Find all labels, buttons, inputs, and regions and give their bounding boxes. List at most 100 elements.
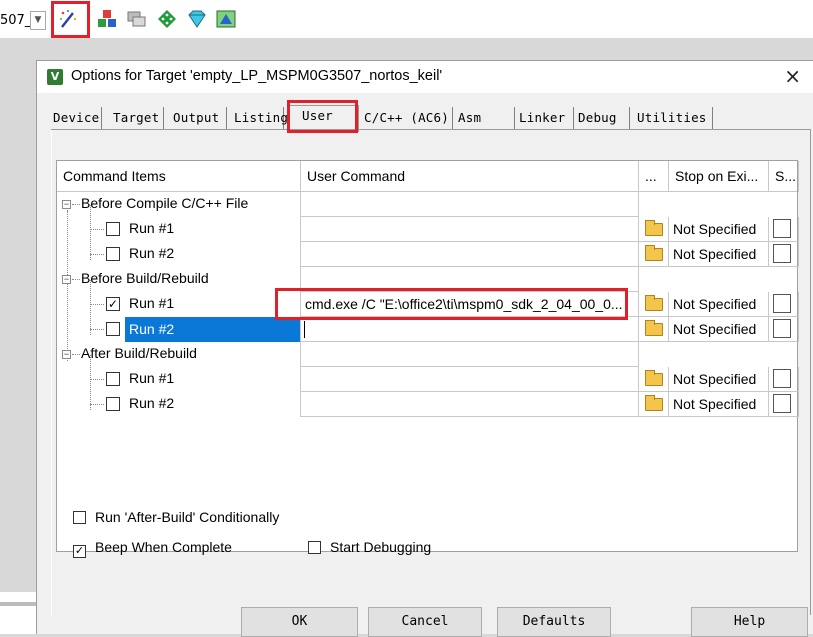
highlight-box-command: [275, 288, 628, 320]
command-cell: [301, 192, 639, 217]
highlight-box-magic-wand: [51, 1, 90, 38]
header-command-items[interactable]: Command Items: [57, 161, 301, 192]
tab-listing[interactable]: Listing: [230, 107, 288, 129]
tree-line: [90, 229, 104, 230]
table-row[interactable]: Run #1 Not Specified: [57, 217, 799, 242]
copy-files-icon[interactable]: [126, 8, 148, 30]
command-input[interactable]: [301, 392, 639, 417]
run-label: Run #2: [125, 317, 300, 342]
group-label: After Build/Rebuild: [81, 345, 197, 361]
manage-components-icon[interactable]: [96, 8, 118, 30]
start-debugging-label: Start Debugging: [330, 539, 432, 555]
browse-button[interactable]: [639, 392, 669, 417]
command-cell: [301, 342, 639, 367]
item-cell: − Before Build/Rebuild: [57, 267, 301, 292]
table-row[interactable]: Run #1 Not Specified: [57, 367, 799, 392]
ok-button[interactable]: OK: [241, 607, 358, 637]
event-recorder-icon[interactable]: [215, 8, 237, 30]
s-checkbox[interactable]: [773, 219, 791, 238]
run-checkbox[interactable]: ✓: [106, 297, 120, 311]
grid-header: Command Items User Command ... Stop on E…: [57, 161, 799, 192]
run-after-build-option[interactable]: Run 'After-Build' Conditionally: [73, 509, 279, 525]
stop-on-exit-cell[interactable]: Not Specified: [669, 292, 769, 317]
tab-device[interactable]: Device: [49, 107, 102, 129]
s-cell: [769, 392, 799, 417]
tab-linker[interactable]: Linker: [515, 107, 574, 129]
run-checkbox[interactable]: [106, 397, 120, 411]
folder-icon: [645, 320, 663, 336]
s-checkbox[interactable]: [773, 294, 791, 313]
header-browse[interactable]: ...: [639, 161, 669, 192]
tab-output[interactable]: Output: [169, 107, 227, 129]
chevron-down-icon[interactable]: ▼: [30, 11, 46, 30]
beep-option[interactable]: ✓ Beep When Complete: [73, 539, 232, 558]
run-checkbox[interactable]: [106, 322, 120, 336]
header-user-command[interactable]: User Command: [301, 161, 639, 192]
beep-checkbox[interactable]: ✓: [73, 545, 86, 558]
run-after-build-label: Run 'After-Build' Conditionally: [95, 509, 280, 525]
select-pack-icon[interactable]: [156, 8, 178, 30]
start-debugging-option[interactable]: Start Debugging: [308, 539, 431, 555]
s-cell: [769, 317, 799, 342]
folder-icon: [645, 295, 663, 311]
browse-button[interactable]: [639, 292, 669, 317]
group-row-after-build[interactable]: − After Build/Rebuild: [57, 342, 777, 367]
run-checkbox[interactable]: [106, 372, 120, 386]
command-input[interactable]: [301, 367, 639, 392]
tab-cpp-ac6[interactable]: C/C++ (AC6): [360, 107, 453, 129]
s-checkbox[interactable]: [773, 319, 791, 338]
tab-asm[interactable]: Asm: [454, 107, 515, 129]
tree-line: [72, 204, 80, 205]
group-row-before-compile[interactable]: − Before Compile C/C++ File: [57, 192, 777, 217]
command-input[interactable]: [301, 217, 639, 242]
header-s[interactable]: S...: [769, 161, 799, 192]
s-checkbox[interactable]: [773, 244, 791, 263]
stop-on-exit-cell[interactable]: Not Specified: [669, 392, 769, 417]
collapse-icon[interactable]: −: [62, 275, 71, 284]
s-cell: [769, 217, 799, 242]
command-input[interactable]: [301, 317, 639, 342]
table-row[interactable]: Run #2 Not Specified: [57, 242, 799, 267]
help-button[interactable]: Help: [691, 607, 808, 637]
collapse-icon[interactable]: −: [62, 200, 71, 209]
tab-debug[interactable]: Debug: [574, 107, 630, 129]
defaults-button[interactable]: Defaults: [497, 607, 611, 637]
dialog-title: Options for Target 'empty_LP_MSPM0G3507_…: [71, 68, 443, 84]
browse-button[interactable]: [639, 367, 669, 392]
header-stop-on-exit[interactable]: Stop on Exi...: [669, 161, 769, 192]
s-cell: [769, 367, 799, 392]
highlight-box-user-tab: [287, 100, 358, 133]
browse-button[interactable]: [639, 317, 669, 342]
tree-line: [72, 279, 80, 280]
run-checkbox[interactable]: [106, 222, 120, 236]
tab-utilities[interactable]: Utilities: [633, 107, 713, 129]
browse-button[interactable]: [639, 242, 669, 267]
item-cell: − Before Compile C/C++ File: [57, 192, 301, 217]
command-input[interactable]: [301, 242, 639, 267]
stop-on-exit-cell[interactable]: Not Specified: [669, 242, 769, 267]
run-checkbox[interactable]: [106, 247, 120, 261]
table-row[interactable]: Run #2 Not Specified: [57, 392, 799, 417]
run-after-build-checkbox[interactable]: [73, 511, 86, 524]
browse-button[interactable]: [639, 217, 669, 242]
collapse-icon[interactable]: −: [62, 350, 71, 359]
table-row-selected[interactable]: Run #2 Not Specified: [57, 317, 799, 342]
folder-icon: [645, 245, 663, 261]
folder-icon: [645, 370, 663, 386]
start-debugging-checkbox[interactable]: [308, 541, 321, 554]
close-icon[interactable]: ×: [784, 65, 801, 87]
s-checkbox[interactable]: [773, 394, 791, 413]
s-checkbox[interactable]: [773, 369, 791, 388]
stop-on-exit-cell[interactable]: Not Specified: [669, 367, 769, 392]
item-cell: ✓ Run #1: [57, 292, 301, 317]
tab-target[interactable]: Target: [109, 107, 164, 129]
folder-icon: [645, 220, 663, 236]
keil-app-icon: V: [47, 69, 63, 85]
stop-on-exit-cell[interactable]: Not Specified: [669, 317, 769, 342]
tree-line: [90, 404, 104, 405]
main-toolbar: 507_ ▼: [0, 0, 813, 38]
cancel-button[interactable]: Cancel: [368, 607, 482, 637]
stop-on-exit-cell[interactable]: Not Specified: [669, 217, 769, 242]
diamond-tool-icon[interactable]: [186, 8, 208, 30]
run-label: Run #2: [129, 245, 175, 261]
